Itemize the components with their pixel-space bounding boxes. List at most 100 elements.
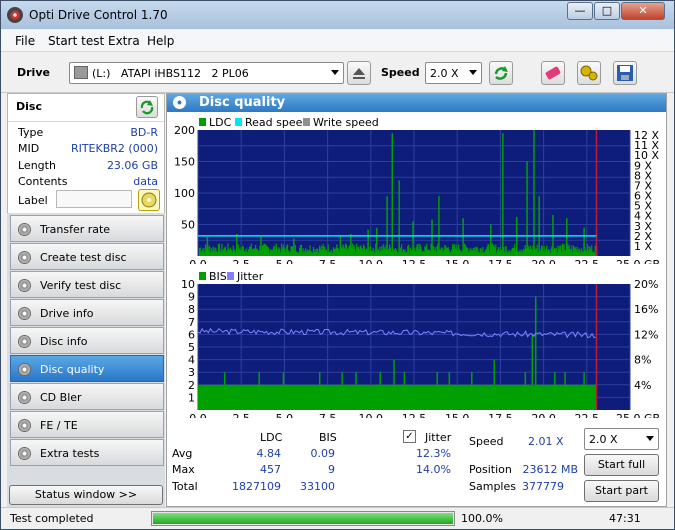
bis-spike bbox=[341, 372, 343, 410]
y-tick-label: 10 bbox=[181, 278, 195, 291]
menu-help[interactable]: Help bbox=[147, 34, 174, 48]
bis-spike bbox=[379, 372, 381, 410]
close-button[interactable]: ✕ bbox=[621, 2, 665, 20]
y-tick-label: 200 bbox=[174, 124, 195, 137]
max-label: Max bbox=[172, 463, 195, 476]
start-part-button[interactable]: Start part bbox=[584, 480, 659, 502]
nav-fe-te[interactable]: FE / TE bbox=[10, 411, 164, 438]
max-ldc: 457 bbox=[260, 463, 281, 476]
drive-label: Drive bbox=[17, 66, 50, 79]
y-tick-label: 5 bbox=[188, 341, 195, 354]
x-tick-label: 20.0 bbox=[531, 412, 556, 418]
bis-spike bbox=[531, 334, 534, 410]
jitter-checkbox[interactable]: ✓ bbox=[403, 430, 416, 443]
disc-contents-label: Contents bbox=[18, 175, 68, 188]
label-edit-button[interactable] bbox=[138, 189, 160, 211]
bis-spike bbox=[436, 372, 438, 410]
test-speed-value: 2.0 X bbox=[589, 433, 618, 446]
y-tick-label: 4 bbox=[188, 354, 195, 367]
disc-icon bbox=[18, 223, 31, 236]
nav-transfer-rate[interactable]: Transfer rate bbox=[10, 215, 164, 242]
x-tick-label: 17.5 bbox=[488, 412, 513, 418]
test-speed-select[interactable]: 2.0 X bbox=[584, 428, 659, 450]
x-tick-label: 20.0 bbox=[531, 258, 556, 264]
y-tick-label: 3 bbox=[188, 366, 195, 379]
x-tick-label: 0.0 bbox=[189, 412, 207, 418]
settings-button[interactable] bbox=[577, 61, 601, 85]
x-tick-label: 7.5 bbox=[319, 258, 337, 264]
eject-button[interactable] bbox=[347, 61, 371, 85]
erase-button[interactable] bbox=[541, 61, 565, 85]
title-bar: Opti Drive Control 1.70 — □ ✕ bbox=[1, 1, 674, 29]
y2-tick-label: 4% bbox=[634, 379, 651, 392]
speed-label: Speed bbox=[381, 66, 420, 79]
left-panel: Disc Type BD-R MID RITEKBR2 (000) Length… bbox=[7, 93, 165, 507]
bis-spike bbox=[564, 372, 566, 410]
x-tick-label: 10.0 bbox=[359, 412, 384, 418]
total-label: Total bbox=[172, 480, 198, 493]
x-tick-label: 5.0 bbox=[276, 412, 294, 418]
legend-swatch bbox=[303, 118, 310, 126]
legend-label: Jitter bbox=[236, 270, 264, 283]
total-ldc: 1827109 bbox=[232, 480, 281, 493]
nav-label: Verify test disc bbox=[40, 279, 122, 292]
refresh-speed-button[interactable] bbox=[489, 61, 513, 85]
bis-spike bbox=[471, 372, 473, 410]
disc-label-label: Label bbox=[18, 194, 48, 207]
eject-icon bbox=[353, 68, 365, 79]
y-tick-label: 8 bbox=[188, 303, 195, 316]
nav-disc-quality[interactable]: Disc quality bbox=[10, 355, 164, 382]
app-icon bbox=[7, 7, 23, 23]
nav-label: Extra tests bbox=[40, 447, 100, 460]
jitter-label: Jitter bbox=[425, 431, 452, 444]
nav-disc-info[interactable]: Disc info bbox=[10, 327, 164, 354]
disc-length-value: 23.06 GB bbox=[106, 159, 158, 172]
speed-select[interactable]: 2.0 X bbox=[425, 62, 482, 84]
speed-select-value: 2.0 X bbox=[430, 67, 459, 80]
drive-select[interactable]: (L:) ATAPI iHBS112 2 PL06 bbox=[69, 62, 344, 84]
nav-create-test-disc[interactable]: Create test disc bbox=[10, 243, 164, 270]
status-window-button[interactable]: Status window >> bbox=[9, 485, 163, 505]
disc-mid-label: MID bbox=[18, 142, 40, 155]
menu-start-test[interactable]: Start test bbox=[48, 34, 104, 48]
start-full-button[interactable]: Start full bbox=[584, 454, 659, 476]
menu-extra[interactable]: Extra bbox=[108, 34, 140, 48]
toolbar: Drive (L:) ATAPI iHBS112 2 PL06 Speed 2.… bbox=[1, 53, 674, 93]
ldc-spike bbox=[391, 133, 394, 256]
disc-type-value: BD-R bbox=[130, 126, 158, 139]
ldc-spike bbox=[236, 233, 238, 256]
legend-swatch bbox=[235, 118, 242, 126]
y-tick-label: 2 bbox=[188, 379, 195, 392]
panel-title: Disc quality bbox=[199, 95, 286, 110]
ldc-spike bbox=[339, 235, 342, 256]
ldc-spike bbox=[583, 227, 585, 256]
nav-extra-tests[interactable]: Extra tests bbox=[10, 439, 164, 466]
x-tick-label: 17.5 bbox=[488, 258, 513, 264]
save-button[interactable] bbox=[613, 61, 637, 85]
bis-spike bbox=[318, 372, 321, 410]
legend-label: BIS bbox=[209, 270, 227, 283]
nav-drive-info[interactable]: Drive info bbox=[10, 299, 164, 326]
nav-cd-bler[interactable]: CD Bler bbox=[10, 383, 164, 410]
ldc-spike bbox=[502, 133, 504, 256]
refresh-disc-button[interactable] bbox=[136, 96, 158, 118]
legend-swatch bbox=[227, 272, 234, 280]
drive-select-value: (L:) ATAPI iHBS112 2 PL06 bbox=[92, 67, 249, 80]
nav-label: Drive info bbox=[40, 307, 94, 320]
menu-file[interactable]: File bbox=[15, 34, 35, 48]
maximize-button[interactable]: □ bbox=[594, 2, 620, 20]
ldc-spike bbox=[526, 161, 528, 256]
position-label: Position bbox=[469, 463, 512, 476]
disc-label-field[interactable] bbox=[56, 190, 132, 208]
ldc-spike bbox=[490, 224, 492, 256]
minimize-button[interactable]: — bbox=[567, 2, 593, 20]
chevron-down-icon bbox=[331, 70, 339, 75]
position-value: 23612 MB bbox=[522, 463, 578, 476]
samples-value: 377779 bbox=[522, 480, 564, 493]
status-bar: Test completed 100.0% 47:31 bbox=[1, 507, 674, 529]
x-tick-label: 5.0 bbox=[276, 258, 294, 264]
progress-text: 100.0% bbox=[461, 512, 503, 525]
legend-swatch bbox=[199, 118, 206, 126]
nav-verify-test-disc[interactable]: Verify test disc bbox=[10, 271, 164, 298]
nav-label: Transfer rate bbox=[40, 223, 111, 236]
